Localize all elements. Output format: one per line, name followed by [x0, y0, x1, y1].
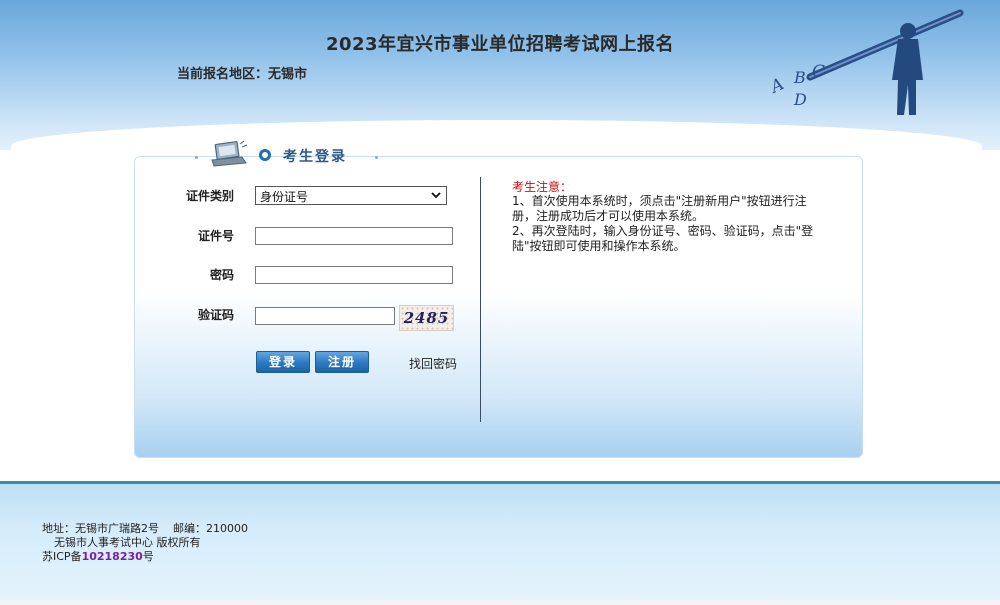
decor-dot: [195, 156, 198, 159]
captcha-label: 验证码: [197, 308, 234, 322]
decor-dot: [375, 156, 378, 159]
notice-line-2: 2、再次登陆时，输入身份证号、密码、验证码，点击"登陆"按钮即可使用和操作本系统…: [512, 224, 814, 253]
abcd-figure-illustration: A B C D: [766, 9, 964, 115]
login-button[interactable]: 登录: [256, 351, 310, 373]
id-type-selected-value: 身份证号: [260, 190, 309, 204]
id-number-label: 证件号: [197, 229, 234, 243]
notice-body: 1、首次使用本系统时，须点击"注册新用户"按钮进行注册，注册成功后才可以使用本系…: [512, 194, 817, 254]
footer: 地址：无锡市广瑞路2号 邮编：210000 无锡市人事考试中心 版权所有 苏IC…: [0, 484, 1000, 600]
laptop-icon: [211, 140, 248, 167]
art-letter-c: C: [812, 62, 825, 82]
notice-title: 考生注意：: [512, 180, 573, 194]
icp-prefix: 苏ICP备: [42, 550, 82, 563]
page: 2023年宜兴市事业单位招聘考试网上报名 当前报名地区：无锡市 A B C D …: [0, 0, 1000, 605]
password-input[interactable]: [255, 266, 453, 284]
art-letter-b: B: [793, 68, 806, 87]
footer-bottom-strip: [0, 600, 1000, 605]
id-number-input[interactable]: [255, 227, 453, 245]
art-letter-d: D: [793, 90, 807, 109]
captcha-image[interactable]: 2485: [399, 305, 454, 331]
footer-icp: 苏ICP备10218230号: [42, 548, 154, 564]
forgot-password-link[interactable]: 找回密码: [409, 355, 457, 372]
captcha-input[interactable]: [255, 307, 395, 325]
password-label: 密码: [209, 268, 234, 282]
art-letter-a: A: [766, 74, 787, 98]
icp-suffix: 号: [142, 550, 154, 563]
vertical-divider: [480, 177, 481, 422]
register-button[interactable]: 注册: [315, 351, 369, 373]
icp-number[interactable]: 10218230: [82, 550, 143, 563]
captcha-code: 2485: [403, 309, 450, 327]
current-region-label: 当前报名地区：无锡市: [177, 67, 308, 82]
login-heading: 考生登录: [283, 149, 347, 165]
notice-line-1: 1、首次使用本系统时，须点击"注册新用户"按钮进行注册，注册成功后才可以使用本系…: [512, 194, 807, 223]
id-type-select[interactable]: 身份证号: [255, 186, 447, 205]
id-type-label: 证件类别: [185, 189, 234, 203]
chevron-down-icon: [431, 192, 441, 199]
heading-bullet-icon: [259, 149, 271, 161]
